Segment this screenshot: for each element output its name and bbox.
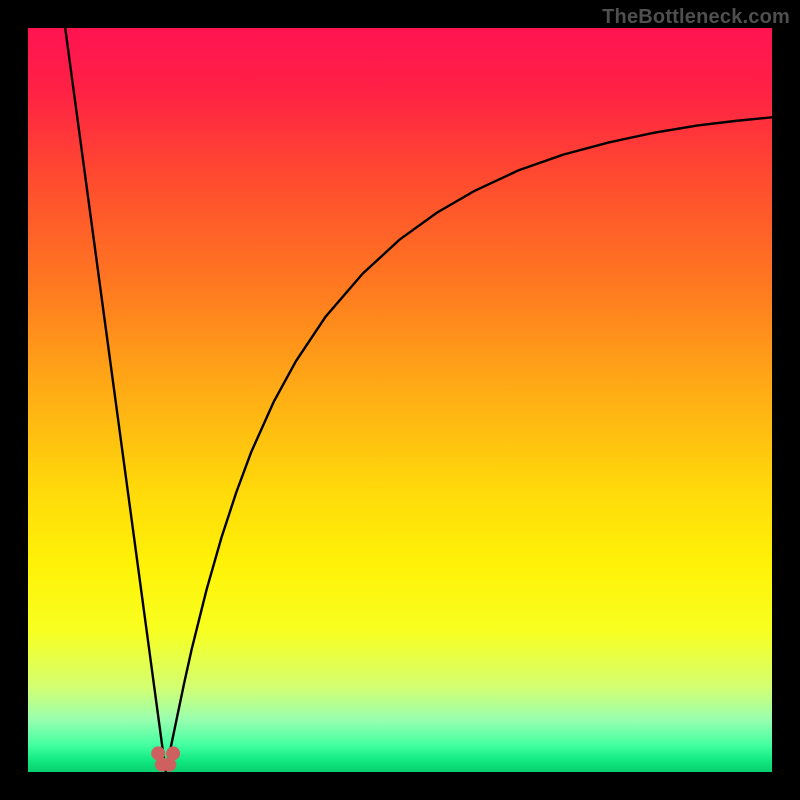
chart-frame: TheBottleneck.com — [0, 0, 800, 800]
plot-area — [28, 28, 772, 772]
gradient-background — [28, 28, 772, 772]
chart-svg — [28, 28, 772, 772]
attribution-text: TheBottleneck.com — [602, 6, 790, 29]
notch-marker-dot — [166, 746, 180, 760]
